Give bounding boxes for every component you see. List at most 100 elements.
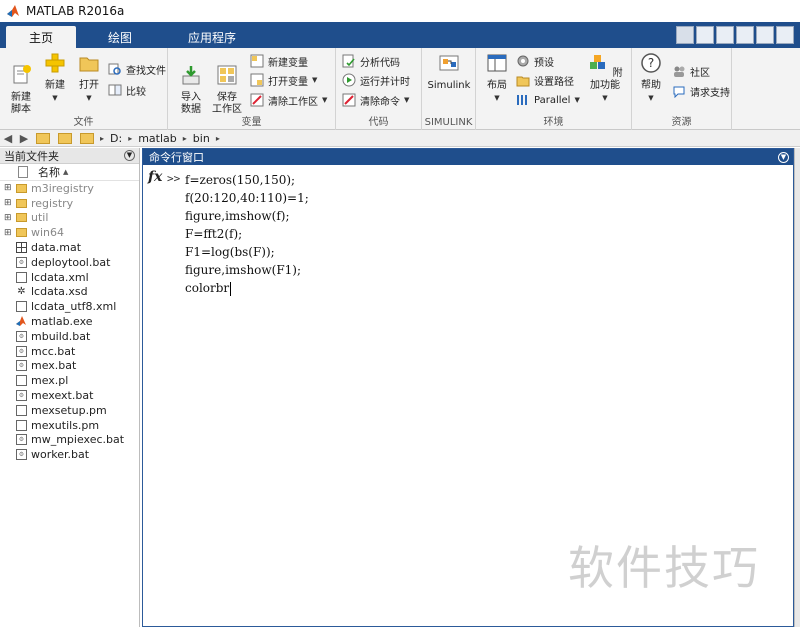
file-list-item[interactable]: ⚙ worker.bat — [0, 447, 139, 462]
file-list-item[interactable]: mexutils.pm — [0, 418, 139, 433]
command-window-body[interactable]: fx >> f=zeros(150,150); f(20:120,40:110)=… — [143, 165, 793, 297]
sort-arrow-icon: ▲ — [63, 168, 69, 176]
browse-folder-icon[interactable] — [58, 132, 72, 144]
file-list-item[interactable]: ⊞ registry — [0, 196, 139, 211]
run-and-time-icon — [342, 73, 356, 87]
open-button[interactable]: 打开 ▼ — [72, 52, 106, 104]
file-name: mexext.bat — [31, 389, 94, 403]
file-list-item[interactable]: matlab.exe — [0, 314, 139, 329]
tab-home[interactable]: 主页 — [6, 26, 76, 48]
file-list-item[interactable]: ⊞ util — [0, 211, 139, 226]
clear-commands-button[interactable]: 清除命令 ▼ — [342, 91, 409, 109]
import-data-button[interactable]: 导入 数据 — [174, 52, 208, 116]
file-type-icon — [18, 166, 28, 178]
search-docs-icon[interactable] — [676, 26, 694, 44]
save-icon[interactable] — [696, 26, 714, 44]
clear-workspace-button[interactable]: 清除工作区 ▼ — [250, 91, 327, 109]
group-label-environment: 环境 — [543, 117, 564, 128]
file-list-item[interactable]: mex.pl — [0, 373, 139, 388]
svg-text:?: ? — [648, 56, 654, 70]
undo-icon[interactable] — [776, 26, 794, 44]
file-list-item[interactable]: lcdata_utf8.xml — [0, 299, 139, 314]
current-folder-panel: 当前文件夹 ▼ 名称 ▲ ⊞ m3iregistry ⊞ registry ⊞ util ⊞… — [0, 148, 140, 627]
expand-icon[interactable]: ⊞ — [4, 183, 14, 193]
panel-menu-icon[interactable]: ▼ — [124, 150, 135, 161]
file-list-item[interactable]: ⚙ mcc.bat — [0, 344, 139, 359]
collapsed-workspace-panel[interactable] — [794, 148, 800, 627]
tab-plots[interactable]: 绘图 — [80, 26, 160, 48]
paste-icon[interactable] — [756, 26, 774, 44]
file-list-item[interactable]: ⚙ mw_mpiexec.bat — [0, 433, 139, 448]
breadcrumb-matlab[interactable]: matlab — [138, 132, 177, 145]
addons-button[interactable]: 附加功能 ▼ — [584, 52, 626, 104]
file-list-item[interactable]: mexsetup.pm — [0, 403, 139, 418]
expand-icon[interactable]: ⊞ — [4, 198, 14, 208]
group-label-code: 代码 — [368, 117, 389, 128]
current-folder-header: 当前文件夹 ▼ — [0, 148, 139, 164]
command-text: colorbr — [185, 281, 230, 295]
file-list-item[interactable]: ⚙ deploytool.bat — [0, 255, 139, 270]
file-name: mw_mpiexec.bat — [31, 433, 125, 447]
name-column-header[interactable]: 名称 ▲ — [0, 164, 139, 181]
expand-icon[interactable]: ⊞ — [4, 228, 14, 238]
analyze-code-button[interactable]: 分析代码 — [342, 52, 400, 70]
file-list-item[interactable]: ✲ lcdata.xsd — [0, 285, 139, 300]
file-list-item[interactable]: data.mat — [0, 240, 139, 255]
open-folder-icon — [79, 57, 99, 72]
preferences-button[interactable]: 预设 — [516, 52, 554, 70]
file-list-item[interactable]: ⊞ win64 — [0, 225, 139, 240]
bat-file-icon: ⚙ — [16, 449, 27, 461]
community-button[interactable]: 社区 — [672, 62, 710, 80]
import-data-icon — [182, 66, 200, 85]
text-cursor — [230, 281, 232, 296]
bat-file-icon: ⚙ — [16, 434, 27, 446]
forward-icon[interactable]: ▶ — [16, 132, 32, 145]
file-name: util — [31, 211, 49, 225]
file-list-item[interactable]: lcdata.xml — [0, 270, 139, 285]
tab-apps[interactable]: 应用程序 — [164, 26, 260, 48]
command-window-menu-icon[interactable]: ▼ — [778, 151, 789, 163]
simulink-icon — [439, 55, 459, 71]
file-name: matlab.exe — [31, 315, 93, 329]
file-name: data.mat — [31, 241, 82, 255]
new-variable-button[interactable]: 新建变量 — [250, 52, 308, 70]
file-name: mcc.bat — [31, 344, 76, 358]
chevron-icon: ▸ — [215, 133, 220, 143]
breadcrumb-drive[interactable]: D: — [110, 132, 122, 145]
parallel-button[interactable]: Parallel ▼ — [516, 91, 580, 109]
find-files-button[interactable]: 查找文件 — [108, 60, 166, 78]
breadcrumb-bin[interactable]: bin — [193, 132, 210, 145]
help-button[interactable]: ? 帮助 ▼ — [634, 52, 668, 104]
new-button[interactable]: 新建 ▼ — [38, 52, 72, 104]
compare-button[interactable]: 比较 — [108, 81, 146, 99]
file-list-item[interactable]: ⚙ mbuild.bat — [0, 329, 139, 344]
ribbon-group-file: 新建 脚本 新建 ▼ 打开 ▼ 查找文件 比较 文件 — [0, 48, 168, 130]
group-label-variable: 变量 — [241, 117, 262, 128]
back-icon[interactable]: ◀ — [0, 132, 16, 145]
file-list-item[interactable]: ⚙ mex.bat — [0, 359, 139, 374]
command-line: colorbr — [185, 279, 793, 297]
save-workspace-button[interactable]: 保存 工作区 — [208, 52, 246, 116]
layout-button[interactable]: 布局 ▼ — [480, 52, 514, 104]
analyze-code-icon — [342, 54, 355, 68]
window-title: MATLAB R2016a — [26, 4, 125, 18]
new-script-button[interactable]: 新建 脚本 — [4, 52, 38, 116]
file-list-item[interactable]: ⊞ m3iregistry — [0, 181, 139, 196]
run-and-time-button[interactable]: 运行并计时 — [342, 71, 410, 89]
request-support-button[interactable]: 请求支持 — [672, 82, 730, 100]
folder-file-icon — [16, 213, 27, 223]
open-variable-button[interactable]: 打开变量 ▼ — [250, 71, 317, 89]
set-path-button[interactable]: 设置路径 — [516, 71, 574, 89]
file-list-item[interactable]: ⚙ mexext.bat — [0, 388, 139, 403]
simulink-button[interactable]: Simulink — [426, 52, 472, 92]
file-name: lcdata.xsd — [31, 285, 88, 299]
up-folder-icon[interactable] — [36, 132, 50, 144]
cut-icon[interactable] — [716, 26, 734, 44]
expand-icon[interactable]: ⊞ — [4, 213, 14, 223]
function-browser-icon[interactable]: fx — [148, 169, 162, 185]
chevron-icon: ▸ — [182, 133, 187, 143]
doc-file-icon — [16, 375, 27, 387]
address-bar: ◀ ▶ ▸ D: ▸ matlab ▸ bin ▸ — [0, 130, 800, 147]
quick-access-toolbar — [676, 26, 794, 44]
copy-icon[interactable] — [736, 26, 754, 44]
